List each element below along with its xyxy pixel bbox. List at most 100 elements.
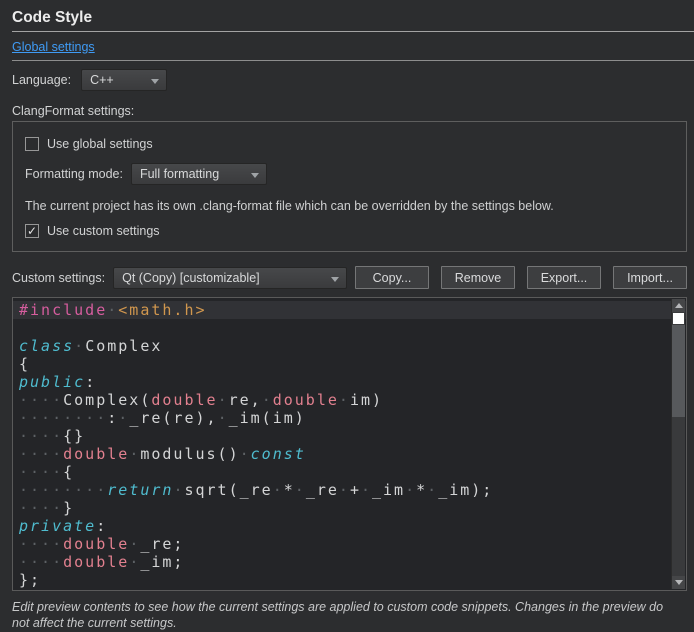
custom-settings-select[interactable]: Qt (Copy) [customizable] (113, 267, 347, 289)
code-line[interactable]: ····Complex(double·re,·double·im) (13, 391, 686, 409)
code-token: } (63, 499, 74, 517)
formatting-mode-value: Full formatting (140, 167, 219, 181)
code-line[interactable] (13, 319, 686, 337)
export-button[interactable]: Export... (527, 266, 601, 289)
use-custom-settings-checkbox[interactable]: ✓ Use custom settings (25, 224, 674, 238)
use-custom-settings-label: Use custom settings (47, 224, 160, 238)
use-global-settings-checkbox[interactable]: Use global settings (25, 137, 674, 151)
code-style-settings-page: Code Style Global settings Language: C++… (0, 0, 694, 632)
scroll-up-button[interactable] (672, 299, 685, 312)
code-line[interactable]: ····} (13, 499, 686, 517)
triangle-down-icon (675, 580, 683, 585)
formatting-mode-select[interactable]: Full formatting (131, 163, 267, 185)
code-token: {} (63, 427, 85, 445)
code-token: Complex( (63, 391, 151, 409)
code-token: const (251, 445, 306, 463)
vertical-scrollbar[interactable] (671, 299, 685, 589)
code-token: return (107, 481, 173, 499)
code-token: <math.h> (118, 301, 206, 319)
code-line[interactable]: }; (13, 571, 686, 589)
code-token: · (273, 481, 284, 499)
language-select-value: C++ (90, 73, 114, 87)
scrollbar-thumb[interactable] (672, 325, 685, 417)
code-token: · (361, 481, 372, 499)
global-settings-link[interactable]: Global settings (12, 40, 95, 54)
code-token: · (405, 481, 416, 499)
checkmark-icon[interactable]: ✓ (25, 224, 39, 238)
code-token: _re(re), (129, 409, 217, 427)
code-token: * (284, 481, 295, 499)
code-token: · (129, 535, 140, 553)
code-token: + (350, 481, 361, 499)
code-token: · (295, 481, 306, 499)
clangformat-section-label: ClangFormat settings: (12, 104, 694, 118)
code-token: ···· (19, 445, 63, 463)
code-line[interactable]: #include·<math.h> (13, 301, 686, 319)
code-token: _im(im) (229, 409, 306, 427)
code-token: public (19, 373, 85, 391)
code-token: sqrt(_re (184, 481, 272, 499)
code-line[interactable]: public: (13, 373, 686, 391)
code-token: · (129, 445, 140, 463)
chevron-down-icon (151, 79, 159, 84)
code-token: _im (372, 481, 405, 499)
triangle-up-icon (675, 303, 683, 308)
clang-format-note: The current project has its own .clang-f… (25, 199, 674, 213)
code-line[interactable]: ········:·_re(re),·_im(im) (13, 409, 686, 427)
code-token: private (19, 517, 96, 535)
language-select[interactable]: C++ (81, 69, 167, 91)
preview-hint-text: Edit preview contents to see how the cur… (12, 599, 682, 632)
code-token: · (339, 391, 350, 409)
code-preview-editor[interactable]: #include·<math.h> class·Complex{public:·… (12, 297, 687, 591)
code-token: ········ (19, 481, 107, 499)
code-token: · (118, 409, 129, 427)
use-global-settings-label: Use global settings (47, 137, 153, 151)
code-line[interactable]: ····{} (13, 427, 686, 445)
code-line[interactable]: ····double·_re; (13, 535, 686, 553)
code-token: ···· (19, 463, 63, 481)
code-token: _re (306, 481, 339, 499)
code-line[interactable]: ····double·modulus()·const (13, 445, 686, 463)
code-line[interactable]: ····double·_im; (13, 553, 686, 571)
code-token: _re; (140, 535, 184, 553)
code-token: · (427, 481, 438, 499)
import-button[interactable]: Import... (613, 266, 687, 289)
code-token: ···· (19, 427, 63, 445)
code-line[interactable]: { (13, 355, 686, 373)
code-token: _im; (140, 553, 184, 571)
code-token: · (339, 481, 350, 499)
code-token: : (96, 517, 107, 535)
code-token: · (74, 337, 85, 355)
code-area[interactable]: #include·<math.h> class·Complex{public:·… (13, 298, 686, 589)
code-line[interactable]: ····{ (13, 463, 686, 481)
code-token: ···· (19, 499, 63, 517)
code-token: }; (19, 571, 41, 589)
checkbox-icon[interactable] (25, 137, 39, 151)
code-token: ···· (19, 553, 63, 571)
code-token: · (218, 391, 229, 409)
clangformat-groupbox: Use global settings Formatting mode: Ful… (12, 121, 687, 252)
code-token: class (19, 337, 74, 355)
code-token: _im); (438, 481, 493, 499)
code-token: · (218, 409, 229, 427)
chevron-down-icon (251, 173, 259, 178)
code-line[interactable]: ········return·sqrt(_re·*·_re·+·_im·*·_i… (13, 481, 686, 499)
chevron-down-icon (331, 277, 339, 282)
code-token: ···· (19, 391, 63, 409)
copy-button[interactable]: Copy... (355, 266, 429, 289)
code-token: · (129, 553, 140, 571)
code-token: Complex (85, 337, 162, 355)
code-token: · (173, 481, 184, 499)
code-token: · (240, 445, 251, 463)
code-token: double (273, 391, 339, 409)
code-token: · (262, 391, 273, 409)
remove-button[interactable]: Remove (441, 266, 515, 289)
code-token: #include (19, 301, 107, 319)
code-token: : (107, 409, 118, 427)
scroll-down-button[interactable] (672, 576, 685, 589)
code-line[interactable]: private: (13, 517, 686, 535)
code-line[interactable]: class·Complex (13, 337, 686, 355)
formatting-mode-label: Formatting mode: (25, 167, 123, 181)
page-title: Code Style (12, 0, 694, 31)
code-token: · (107, 301, 118, 319)
